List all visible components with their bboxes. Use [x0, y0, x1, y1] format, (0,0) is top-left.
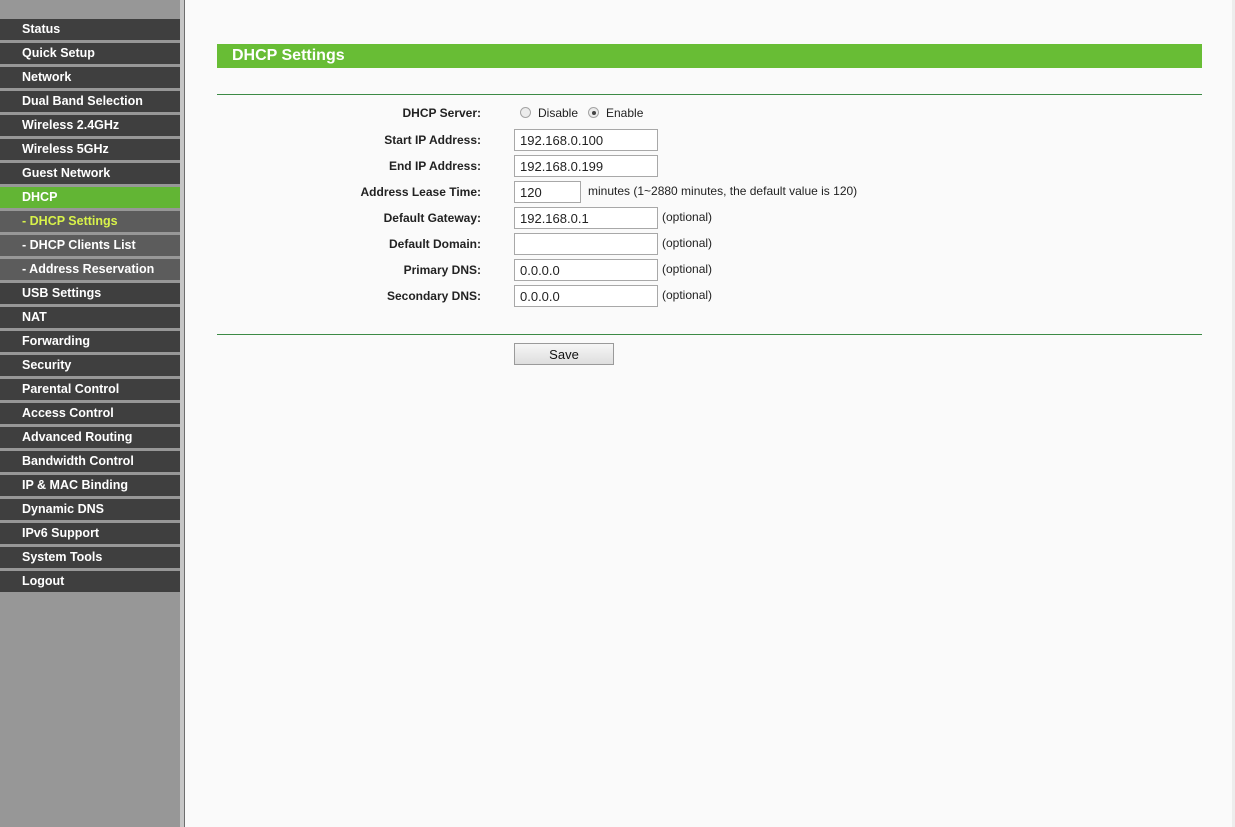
secondary-dns-hint: (optional) [662, 288, 713, 302]
sidebar-item-network[interactable]: Network [0, 67, 180, 88]
sidebar-item-system-tools[interactable]: System Tools [0, 547, 180, 568]
sidebar-item-quick-setup[interactable]: Quick Setup [0, 43, 180, 64]
sidebar-item-parental-control[interactable]: Parental Control [0, 379, 180, 400]
lease-time-hint: minutes (1~2880 minutes, the default val… [588, 184, 858, 198]
sidebar-item-nat[interactable]: NAT [0, 307, 180, 328]
domain-input[interactable] [514, 233, 658, 255]
end-ip-row: End IP Address: [217, 155, 1202, 181]
end-ip-label: End IP Address: [388, 159, 481, 173]
sidebar-item-status[interactable]: Status [0, 19, 180, 40]
sidebar-subitem-address-reservation[interactable]: - Address Reservation [0, 259, 180, 280]
top-divider [217, 94, 1202, 95]
save-button[interactable]: Save [514, 343, 614, 365]
sidebar-item-dual-band-selection[interactable]: Dual Band Selection [0, 91, 180, 112]
sidebar-item-forwarding[interactable]: Forwarding [0, 331, 180, 352]
sidebar-item-security[interactable]: Security [0, 355, 180, 376]
sidebar-item-usb-settings[interactable]: USB Settings [0, 283, 180, 304]
dhcp-disable-radio[interactable] [520, 107, 531, 118]
sidebar-item-logout[interactable]: Logout [0, 571, 180, 592]
domain-label: Default Domain: [388, 237, 481, 251]
sidebar: Status Quick Setup Network Dual Band Sel… [0, 0, 180, 827]
end-ip-input[interactable] [514, 155, 658, 177]
primary-dns-input[interactable] [514, 259, 658, 281]
sidebar-item-bandwidth-control[interactable]: Bandwidth Control [0, 451, 180, 472]
page-title: DHCP Settings [217, 44, 1202, 68]
sidebar-item-advanced-routing[interactable]: Advanced Routing [0, 427, 180, 448]
dhcp-server-label: DHCP Server: [402, 106, 481, 120]
primary-dns-hint: (optional) [662, 262, 713, 276]
main-content: DHCP Settings DHCP Server: Disable Enabl… [185, 0, 1235, 827]
sidebar-item-dynamic-dns[interactable]: Dynamic DNS [0, 499, 180, 520]
gateway-row: Default Gateway: (optional) [217, 207, 1202, 233]
sidebar-item-access-control[interactable]: Access Control [0, 403, 180, 424]
primary-dns-row: Primary DNS: (optional) [217, 259, 1202, 285]
dhcp-enable-radio[interactable] [588, 107, 599, 118]
dhcp-enable-label: Enable [606, 106, 644, 120]
gateway-label: Default Gateway: [383, 211, 481, 225]
sidebar-item-guest-network[interactable]: Guest Network [0, 163, 180, 184]
sidebar-item-ip-mac-binding[interactable]: IP & MAC Binding [0, 475, 180, 496]
gateway-hint: (optional) [662, 210, 713, 224]
gateway-input[interactable] [514, 207, 658, 229]
bottom-divider [217, 334, 1202, 335]
sidebar-subitem-dhcp-clients-list[interactable]: - DHCP Clients List [0, 235, 180, 256]
sidebar-subitem-dhcp-settings[interactable]: - DHCP Settings [0, 211, 180, 232]
dhcp-disable-label: Disable [538, 106, 579, 120]
dhcp-server-row: DHCP Server: Disable Enable [217, 103, 1202, 129]
sidebar-item-wireless-24ghz[interactable]: Wireless 2.4GHz [0, 115, 180, 136]
start-ip-row: Start IP Address: [217, 129, 1202, 155]
primary-dns-label: Primary DNS: [403, 263, 481, 277]
sidebar-item-wireless-5ghz[interactable]: Wireless 5GHz [0, 139, 180, 160]
domain-hint: (optional) [662, 236, 713, 250]
lease-time-label: Address Lease Time: [360, 185, 482, 199]
start-ip-label: Start IP Address: [384, 133, 481, 147]
secondary-dns-input[interactable] [514, 285, 658, 307]
sidebar-item-ipv6-support[interactable]: IPv6 Support [0, 523, 180, 544]
domain-row: Default Domain: (optional) [217, 233, 1202, 259]
secondary-dns-label: Secondary DNS: [386, 289, 481, 303]
start-ip-input[interactable] [514, 129, 658, 151]
lease-time-input[interactable] [514, 181, 581, 203]
sidebar-item-dhcp[interactable]: DHCP [0, 187, 180, 208]
lease-time-row: Address Lease Time: minutes (1~2880 minu… [217, 181, 1202, 207]
sidebar-menu: Status Quick Setup Network Dual Band Sel… [0, 19, 180, 595]
secondary-dns-row: Secondary DNS: (optional) [217, 285, 1202, 311]
